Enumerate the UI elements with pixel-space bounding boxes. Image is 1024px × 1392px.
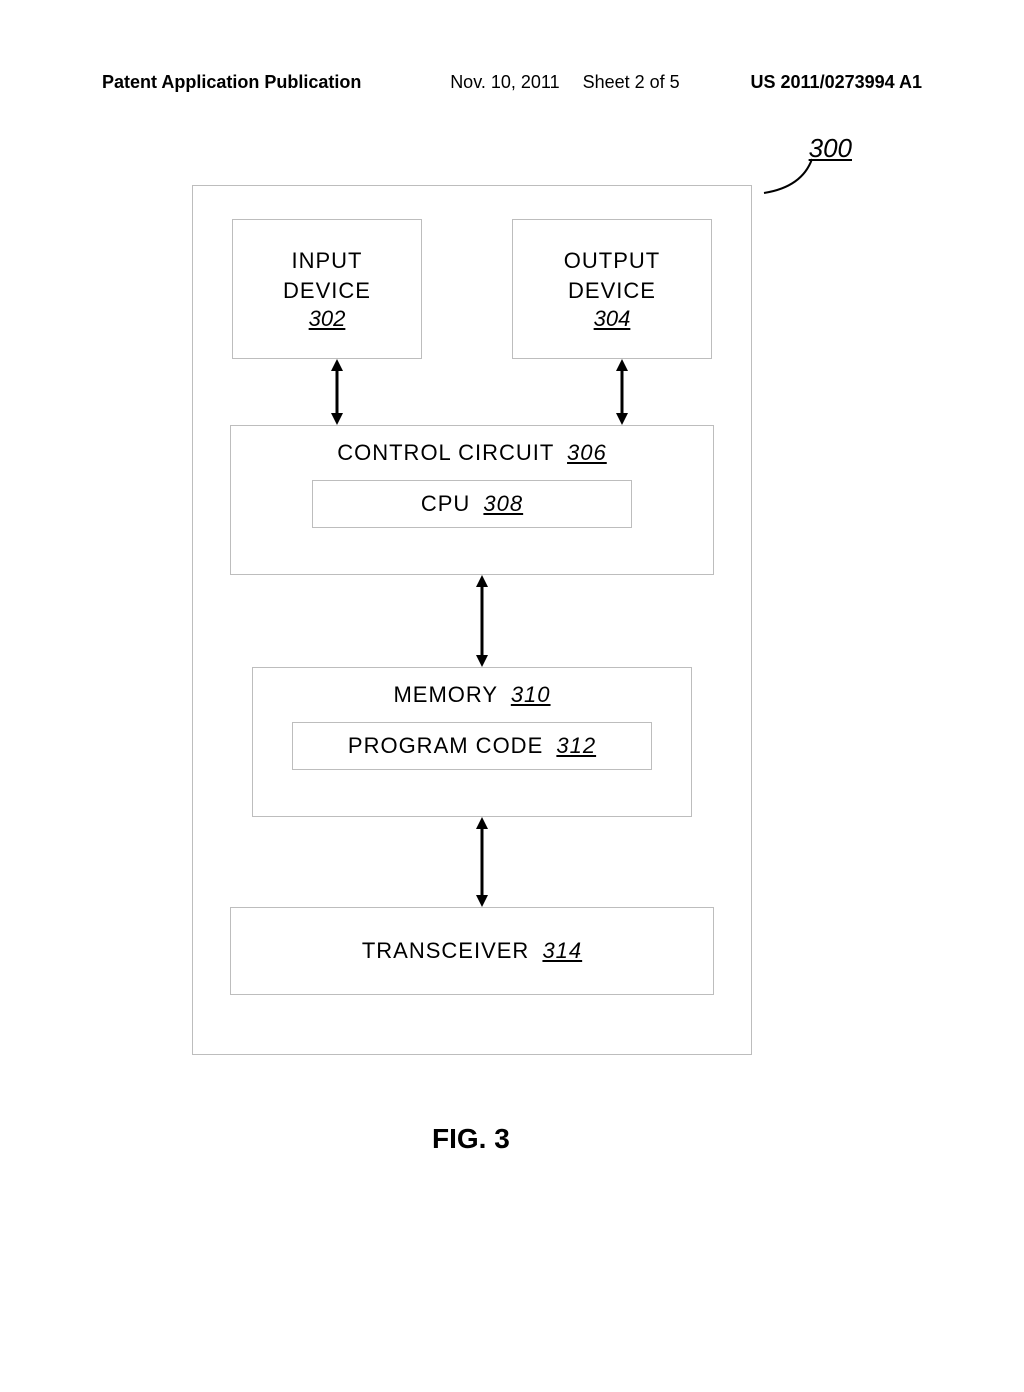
header-middle: Nov. 10, 2011 Sheet 2 of 5	[432, 72, 680, 93]
conn-input-control	[327, 359, 347, 425]
header-sheet: Sheet 2 of 5	[583, 72, 680, 92]
control-circuit-label: CONTROL CIRCUIT	[337, 440, 554, 465]
output-device-label: OUTPUT DEVICE	[564, 246, 660, 305]
figure-caption: FIG. 3	[432, 1123, 510, 1155]
conn-memory-transceiver	[472, 817, 492, 907]
transceiver-block: TRANSCEIVER 314	[230, 907, 714, 995]
cpu-num: 308	[483, 491, 523, 516]
page-header: Patent Application Publication Nov. 10, …	[102, 72, 922, 93]
cpu-block: CPU 308	[312, 480, 632, 528]
control-circuit-block: CONTROL CIRCUIT 306 CPU 308	[230, 425, 714, 575]
input-device-label: INPUT DEVICE	[283, 246, 371, 305]
transceiver-label-row: TRANSCEIVER 314	[362, 938, 582, 964]
header-docnum: US 2011/0273994 A1	[751, 72, 922, 93]
program-code-num: 312	[556, 733, 596, 758]
control-circuit-label-row: CONTROL CIRCUIT 306	[337, 440, 607, 466]
output-device-num: 304	[594, 306, 631, 332]
input-device-num: 302	[309, 306, 346, 332]
control-circuit-num: 306	[567, 440, 607, 465]
output-device-block: OUTPUT DEVICE 304	[512, 219, 712, 359]
assembly-refnum: 300	[809, 133, 852, 164]
conn-output-control	[612, 359, 632, 425]
conn-control-memory	[472, 575, 492, 667]
memory-label: MEMORY	[393, 682, 497, 707]
assembly-leader-line	[760, 157, 814, 197]
cpu-label: CPU	[421, 491, 470, 516]
program-code-block: PROGRAM CODE 312	[292, 722, 652, 770]
figure-canvas: 300 INPUT DEVICE 302 OUTPUT DEVICE 304 C…	[102, 133, 922, 1193]
memory-block: MEMORY 310 PROGRAM CODE 312	[252, 667, 692, 817]
program-code-label: PROGRAM CODE	[348, 733, 543, 758]
transceiver-label: TRANSCEIVER	[362, 938, 529, 963]
memory-num: 310	[511, 682, 551, 707]
transceiver-num: 314	[542, 938, 582, 963]
memory-label-row: MEMORY 310	[393, 682, 550, 708]
header-date: Nov. 10, 2011	[450, 72, 559, 92]
input-device-block: INPUT DEVICE 302	[232, 219, 422, 359]
header-left: Patent Application Publication	[102, 72, 361, 93]
